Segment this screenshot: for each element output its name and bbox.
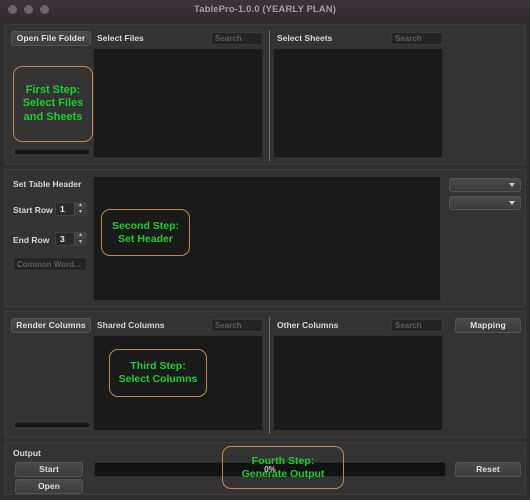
select-files-label: Select Files (97, 33, 144, 43)
other-columns-search-input[interactable] (391, 319, 443, 332)
chevron-down-icon[interactable]: ▼ (75, 210, 86, 216)
files-sheets-splitter[interactable] (269, 30, 270, 161)
scroll-thumb[interactable] (15, 423, 89, 427)
close-window-button[interactable] (8, 5, 17, 14)
files-list[interactable] (93, 48, 263, 158)
start-row-label: Start Row (13, 205, 53, 215)
header-option-combo-2[interactable] (449, 196, 521, 210)
start-button[interactable]: Start (15, 462, 83, 477)
callout-third-step: Third Step: Select Columns (109, 349, 207, 397)
other-columns-label: Other Columns (277, 320, 338, 330)
chevron-down-icon[interactable]: ▼ (75, 240, 86, 246)
sheets-list[interactable] (273, 48, 443, 158)
shared-columns-label: Shared Columns (97, 320, 165, 330)
callout-first-step-line3: and Sheets (23, 111, 84, 124)
callout-fourth-step: Fourth Step: Generate Output (222, 446, 344, 489)
columns-left-hscrollbar[interactable] (13, 420, 91, 429)
callout-first-step-line2: Select Files (23, 97, 84, 110)
callout-second-step: Second Step: Set Header (101, 209, 190, 256)
window-controls (8, 0, 49, 19)
application-window: TablePro-1.0.0 (YEARLY PLAN) Open File F… (0, 0, 530, 500)
start-row-stepper[interactable]: ▲ ▼ (74, 203, 86, 215)
output-panel: Output Start Open 0% Reset Fourth Step: … (4, 442, 526, 495)
title-bar: TablePro-1.0.0 (YEARLY PLAN) (0, 0, 530, 20)
files-left-hscrollbar[interactable] (13, 147, 91, 156)
callout-third-step-line1: Third Step: (119, 360, 198, 373)
callout-first-step: First Step: Select Files and Sheets (13, 66, 93, 142)
minimize-window-button[interactable] (24, 5, 33, 14)
end-row-spinbox[interactable]: 3 ▲ ▼ (55, 232, 87, 246)
callout-fourth-step-line2: Generate Output (242, 468, 325, 481)
scroll-thumb[interactable] (15, 150, 89, 154)
reset-button[interactable]: Reset (455, 462, 521, 477)
callout-fourth-step-line1: Fourth Step: (242, 455, 325, 468)
start-row-value: 1 (60, 203, 65, 215)
open-button[interactable]: Open (15, 479, 83, 494)
output-title: Output (13, 448, 41, 458)
callout-first-step-line1: First Step: (23, 84, 84, 97)
header-option-combo-1[interactable] (449, 178, 521, 192)
callout-second-step-line1: Second Step: (112, 220, 179, 233)
mapping-button[interactable]: Mapping (455, 318, 521, 333)
open-file-folder-button[interactable]: Open File Folder (11, 31, 91, 46)
window-title: TablePro-1.0.0 (YEARLY PLAN) (0, 4, 530, 15)
chevron-down-icon (509, 201, 515, 205)
select-columns-panel: Render Columns Shared Columns Other Colu… (4, 311, 526, 438)
shared-columns-search-input[interactable] (211, 319, 263, 332)
set-table-header-panel: Set Table Header Start Row 1 ▲ ▼ End Row… (4, 169, 526, 307)
select-files-panel: Open File Folder Select Files Select She… (4, 24, 526, 165)
callout-second-step-line2: Set Header (112, 233, 179, 246)
set-table-header-title: Set Table Header (13, 179, 81, 189)
columns-splitter[interactable] (269, 317, 270, 434)
end-row-value: 3 (60, 233, 65, 245)
select-sheets-label: Select Sheets (277, 33, 332, 43)
window-body: Open File Folder Select Files Select She… (0, 19, 530, 500)
end-row-stepper[interactable]: ▲ ▼ (74, 233, 86, 245)
start-row-spinbox[interactable]: 1 ▲ ▼ (55, 202, 87, 216)
zoom-window-button[interactable] (40, 5, 49, 14)
files-search-input[interactable] (211, 32, 263, 45)
render-columns-button[interactable]: Render Columns (11, 318, 91, 333)
end-row-label: End Row (13, 235, 49, 245)
callout-third-step-line2: Select Columns (119, 373, 198, 386)
chevron-down-icon (509, 183, 515, 187)
other-columns-list[interactable] (273, 335, 443, 431)
sheets-search-input[interactable] (391, 32, 443, 45)
common-word-input[interactable] (13, 257, 87, 271)
